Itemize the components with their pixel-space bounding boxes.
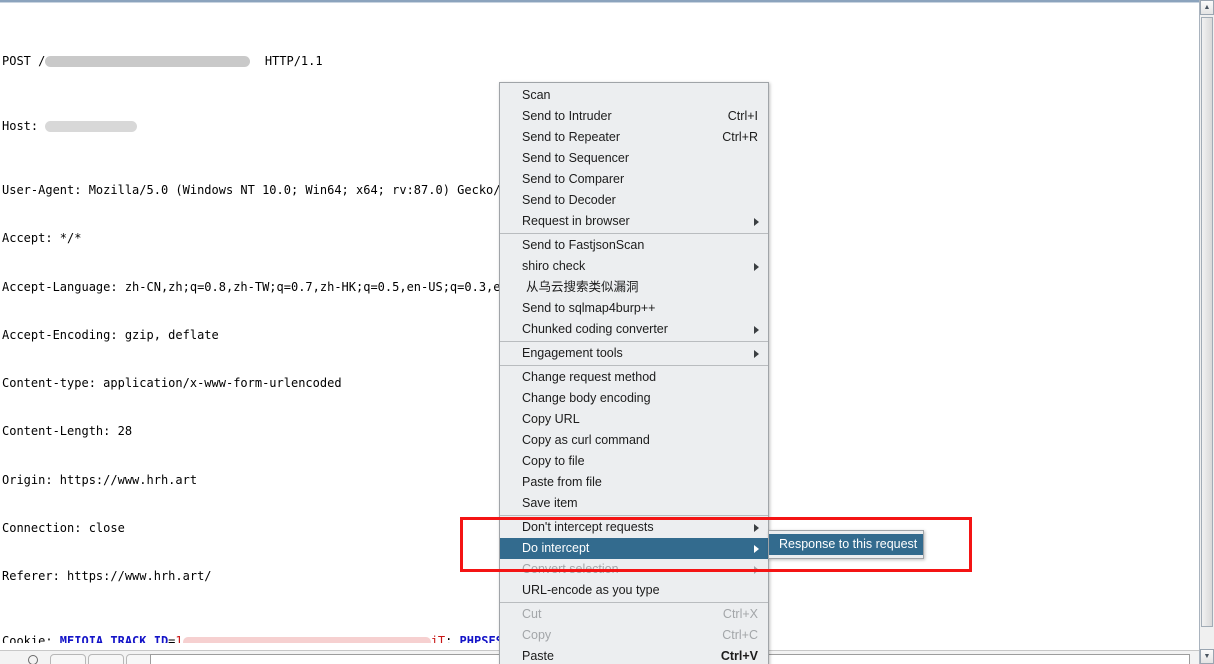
toolbar-button-1[interactable] bbox=[50, 654, 86, 664]
cookie-label: Cookie: bbox=[2, 633, 60, 643]
menu-separator bbox=[500, 365, 768, 366]
menu-item-cut: Cut Ctrl+X bbox=[500, 604, 768, 625]
menu-item-label: Response to this request bbox=[779, 537, 918, 551]
menu-item-label: Change body encoding bbox=[522, 391, 651, 405]
menu-separator bbox=[500, 602, 768, 603]
menu-item-copy-url[interactable]: Copy URL bbox=[500, 409, 768, 430]
chevron-right-icon bbox=[754, 524, 759, 532]
menu-item-don-t-intercept-requests[interactable]: Don't intercept requests bbox=[500, 517, 768, 538]
menu-item-change-request-method[interactable]: Change request method bbox=[500, 367, 768, 388]
menu-item-label: URL-encode as you type bbox=[522, 583, 660, 597]
menu-item-label: Convert selection bbox=[522, 562, 619, 576]
chevron-right-icon bbox=[754, 326, 759, 334]
context-menu[interactable]: Scan Send to Intruder Ctrl+I Send to Repeat… bbox=[499, 82, 769, 664]
menu-separator bbox=[500, 515, 768, 516]
menu-item-label: Scan bbox=[522, 88, 551, 102]
menu-item-label: Copy bbox=[522, 628, 552, 642]
menu-item-send-to-repeater[interactable]: Send to Repeater Ctrl+R bbox=[500, 127, 768, 148]
menu-item-paste[interactable]: Paste Ctrl+V bbox=[500, 646, 768, 664]
chevron-right-icon bbox=[754, 350, 759, 358]
chevron-right-icon bbox=[754, 566, 759, 574]
menu-item-copy: Copy Ctrl+C bbox=[500, 625, 768, 646]
menu-item-change-body-encoding[interactable]: Change body encoding bbox=[500, 388, 768, 409]
menu-item-label: Change request method bbox=[522, 370, 657, 384]
menu-item-send-to-sequencer[interactable]: Send to Sequencer bbox=[500, 148, 768, 169]
menu-item-response-to-this-request[interactable]: Response to this request bbox=[769, 534, 923, 555]
scroll-down-arrow-icon[interactable]: ▼ bbox=[1200, 649, 1214, 664]
menu-item-label: Do intercept bbox=[522, 541, 590, 555]
menu-item-do-intercept[interactable]: Do intercept bbox=[500, 538, 768, 559]
menu-item-label: Engagement tools bbox=[522, 346, 623, 360]
menu-item-label: Don't intercept requests bbox=[522, 520, 654, 534]
menu-item-copy-as-curl-command[interactable]: Copy as curl command bbox=[500, 430, 768, 451]
menu-item-send-to-fastjsonscan[interactable]: Send to FastjsonScan bbox=[500, 235, 768, 256]
menu-item-send-to-sqlmap4burp[interactable]: Send to sqlmap4burp++ bbox=[500, 298, 768, 319]
menu-item-send-to-decoder[interactable]: Send to Decoder bbox=[500, 190, 768, 211]
chevron-right-icon bbox=[754, 218, 759, 226]
menu-item-label: Send to Repeater bbox=[522, 130, 620, 144]
menu-item-shortcut: Ctrl+R bbox=[722, 130, 758, 144]
burp-request-editor-window: POST / HTTP/1.1 Host: User-Agent: Mozill… bbox=[0, 0, 1214, 664]
redacted-url-path bbox=[45, 56, 251, 68]
search-icon[interactable] bbox=[28, 655, 38, 664]
chevron-right-icon bbox=[754, 263, 759, 271]
menu-separator bbox=[500, 341, 768, 342]
http-version: HTTP/1.1 bbox=[264, 54, 323, 69]
chevron-right-icon bbox=[754, 545, 759, 553]
menu-item-label: Paste from file bbox=[522, 475, 602, 489]
menu-item-label: Send to sqlmap4burp++ bbox=[522, 301, 656, 315]
redacted-cookie-value-1 bbox=[182, 636, 431, 643]
do-intercept-submenu[interactable]: Response to this request bbox=[768, 530, 924, 559]
scroll-up-arrow-icon[interactable]: ▲ bbox=[1200, 0, 1214, 15]
menu-item-scan[interactable]: Scan bbox=[500, 85, 768, 106]
request-line: POST / HTTP/1.1 bbox=[2, 54, 323, 69]
menu-item-shiro-check[interactable]: shiro check bbox=[500, 256, 768, 277]
menu-item-chunked-coding-converter[interactable]: Chunked coding converter bbox=[500, 319, 768, 340]
menu-item-shortcut: Ctrl+V bbox=[720, 649, 758, 663]
menu-item-request-in-browser[interactable]: Request in browser bbox=[500, 211, 768, 232]
cookie-name-meiqia: MEIQIA_TRACK_ID bbox=[59, 633, 169, 643]
menu-item-convert-selection: Convert selection bbox=[500, 559, 768, 580]
menu-item-shortcut: Ctrl+I bbox=[727, 109, 758, 123]
menu-item-label: Send to FastjsonScan bbox=[522, 238, 645, 252]
menu-item-label: Copy to file bbox=[522, 454, 585, 468]
redacted-host bbox=[45, 120, 138, 132]
cookie-value-suffix: jT bbox=[430, 633, 446, 643]
toolbar-button-2[interactable] bbox=[88, 654, 124, 664]
menu-item-send-to-intruder[interactable]: Send to Intruder Ctrl+I bbox=[500, 106, 768, 127]
menu-item-label: Copy as curl command bbox=[522, 433, 650, 447]
menu-item-save-item[interactable]: Save item bbox=[500, 493, 768, 514]
menu-item-label: Cut bbox=[522, 607, 542, 621]
menu-item-shortcut: Ctrl+C bbox=[722, 628, 758, 642]
menu-item-label: Send to Decoder bbox=[522, 193, 616, 207]
menu-item-label: Save item bbox=[522, 496, 578, 510]
menu-item-copy-to-file[interactable]: Copy to file bbox=[500, 451, 768, 472]
request-method: POST bbox=[2, 54, 31, 69]
menu-item-label: Paste bbox=[522, 649, 554, 663]
menu-separator bbox=[500, 233, 768, 234]
menu-item-send-to-comparer[interactable]: Send to Comparer bbox=[500, 169, 768, 190]
menu-item-label: Copy URL bbox=[522, 412, 580, 426]
menu-item-paste-from-file[interactable]: Paste from file bbox=[500, 472, 768, 493]
menu-item-url-encode-as-you-type[interactable]: URL-encode as you type bbox=[500, 580, 768, 601]
cookie-value-prefix: 1 bbox=[175, 633, 183, 643]
menu-item-label: Send to Comparer bbox=[522, 172, 625, 186]
menu-item-shortcut: Ctrl+X bbox=[722, 607, 758, 621]
menu-item-engagement-tools[interactable]: Engagement tools bbox=[500, 343, 768, 364]
menu-item-label: Request in browser bbox=[522, 214, 630, 228]
vertical-scrollbar[interactable]: ▲ ▼ bbox=[1199, 0, 1214, 664]
scrollbar-thumb[interactable] bbox=[1201, 17, 1213, 627]
menu-item-从乌云搜索类似漏洞[interactable]: 从乌云搜索类似漏洞 bbox=[500, 277, 768, 298]
menu-item-label: Send to Intruder bbox=[522, 109, 612, 123]
cookie-separator: ; bbox=[445, 633, 460, 643]
menu-item-label: 从乌云搜索类似漏洞 bbox=[526, 280, 639, 294]
menu-item-label: shiro check bbox=[522, 259, 586, 273]
menu-item-label: Send to Sequencer bbox=[522, 151, 630, 165]
menu-item-label: Chunked coding converter bbox=[522, 322, 668, 336]
